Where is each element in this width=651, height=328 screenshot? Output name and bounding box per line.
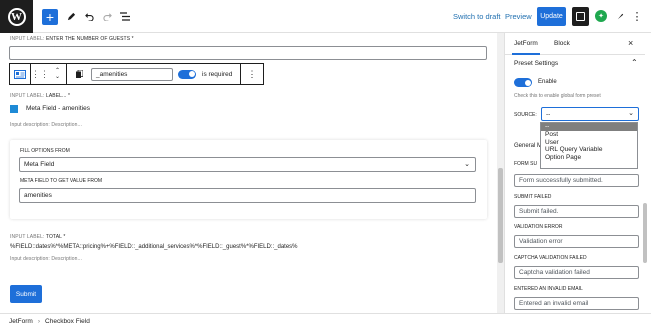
- jetform-plugin-icon[interactable]: ✦: [595, 10, 607, 22]
- move-up-down-icon[interactable]: ⌃ ⌄: [49, 64, 67, 84]
- tab-jetform[interactable]: JetForm: [512, 40, 540, 55]
- input-description: Input description: Description...: [10, 122, 82, 128]
- chevron-down-icon: ⌄: [628, 110, 634, 117]
- block-type-icon[interactable]: [10, 64, 31, 84]
- chevron-down-icon: ⌄: [464, 161, 470, 168]
- field-label-row: INPUT LABEL: ENTER THE NUMBER OF GUESTS …: [10, 36, 134, 42]
- close-icon[interactable]: ×: [628, 38, 633, 48]
- fill-options-label: FILL OPTIONS FROM: [20, 148, 70, 154]
- submit-button[interactable]: Submit: [10, 285, 42, 303]
- update-button[interactable]: Update: [537, 7, 566, 26]
- chevron-up-icon[interactable]: ⌃: [631, 58, 638, 67]
- sidebar-tabs: JetForm Block ×: [505, 33, 645, 55]
- field-label-row: INPUT LABEL: TOTAL *: [10, 234, 66, 240]
- checkbox-icon[interactable]: [10, 105, 18, 113]
- breadcrumb-item-jetform[interactable]: JetForm: [9, 318, 33, 325]
- add-block-button[interactable]: +: [42, 9, 58, 25]
- guests-number-input[interactable]: [9, 46, 487, 60]
- breadcrumb: JetForm › Checkbox Field: [0, 313, 651, 328]
- breadcrumb-item-checkbox-field[interactable]: Checkbox Field: [45, 318, 90, 325]
- preset-enable-toggle[interactable]: [514, 78, 532, 87]
- meta-field-label: META FIELD TO GET VALUE FROM: [20, 178, 103, 184]
- input-description: Input description: Description...: [10, 256, 82, 262]
- block-options-icon[interactable]: ⋮: [241, 64, 263, 84]
- field-name-group: _amenities is required: [91, 64, 241, 84]
- settings-sidebar-toggle-icon[interactable]: [572, 7, 589, 26]
- sidebar-scrollbar[interactable]: [641, 33, 649, 313]
- tab-block[interactable]: Block: [554, 40, 570, 47]
- enable-label: Enable: [538, 79, 557, 85]
- settings-sidebar: JetForm Block × Preset Settings ⌃ Enable…: [504, 33, 651, 313]
- general-messages-title[interactable]: General M: [514, 143, 542, 149]
- wordpress-logo-icon[interactable]: W: [0, 0, 33, 33]
- switch-to-draft-button[interactable]: Switch to draft: [453, 8, 501, 25]
- fill-options-panel: FILL OPTIONS FROM Meta Field ⌄ META FIEL…: [10, 140, 487, 219]
- preset-settings-title[interactable]: Preset Settings: [514, 60, 558, 67]
- editor-canvas: INPUT LABEL: ENTER THE NUMBER OF GUESTS …: [0, 33, 497, 313]
- checkbox-option-label: Meta Field - amenities: [26, 105, 90, 112]
- copy-icon[interactable]: [67, 64, 91, 84]
- pencil-tool-icon[interactable]: [65, 8, 77, 25]
- brush-icon[interactable]: [614, 8, 626, 25]
- block-toolbar: ⋮⋮ ⌃ ⌄ _amenities is required ⋮: [9, 63, 264, 85]
- dropdown-option[interactable]: User: [541, 139, 637, 147]
- field-label-row: INPUT LABEL: LABEL... *: [10, 93, 71, 99]
- source-select[interactable]: -- ⌄: [541, 107, 639, 121]
- fill-options-select[interactable]: Meta Field ⌄: [19, 157, 476, 172]
- form-success-input[interactable]: Form successfully submitted.: [514, 174, 639, 187]
- undo-icon[interactable]: [83, 8, 95, 25]
- dropdown-option[interactable]: URL Query Variable: [541, 146, 637, 154]
- form-success-label: FORM SU: [514, 161, 538, 167]
- breadcrumb-separator: ›: [37, 317, 41, 325]
- dropdown-option[interactable]: Post: [541, 131, 637, 139]
- submit-failed-input[interactable]: Submit failed.: [514, 205, 639, 218]
- drag-handle-icon[interactable]: ⋮⋮: [31, 64, 49, 84]
- redo-icon[interactable]: [101, 8, 113, 25]
- captcha-failed-input[interactable]: Captcha validation failed: [514, 266, 639, 279]
- invalid-email-input[interactable]: Entered an invalid email: [514, 297, 639, 310]
- more-options-icon[interactable]: ⋮: [631, 8, 643, 25]
- dropdown-option[interactable]: --: [541, 123, 637, 131]
- meta-field-input[interactable]: amenities: [19, 188, 476, 203]
- captcha-failed-label: CAPTCHA VALIDATION FAILED: [514, 255, 587, 261]
- calculated-formula[interactable]: %FIELD::dates%*%META::pricing%+%FIELD::_…: [10, 244, 298, 250]
- validation-error-label: VALIDATION ERROR: [514, 224, 563, 230]
- enable-help-text: Check this to enable global form preset: [514, 93, 601, 99]
- field-name-input[interactable]: _amenities: [91, 67, 173, 81]
- canvas-scrollbar[interactable]: [497, 33, 504, 313]
- list-view-icon[interactable]: [119, 8, 131, 25]
- source-dropdown-list: -- Post User URL Query Variable Option P…: [540, 122, 638, 169]
- editor-top-bar: W + Switch to draft Preview Update ✦ ⋮: [0, 0, 651, 33]
- validation-error-input[interactable]: Validation error: [514, 235, 639, 248]
- submit-failed-label: SUBMIT FAILED: [514, 194, 552, 200]
- required-toggle[interactable]: [178, 69, 196, 79]
- preview-button[interactable]: Preview: [505, 8, 532, 25]
- required-toggle-label: is required: [202, 70, 233, 78]
- dropdown-option[interactable]: Option Page: [541, 154, 637, 162]
- source-label: SOURCE:: [514, 112, 537, 118]
- invalid-email-label: ENTERED AN INVALID EMAIL: [514, 286, 583, 292]
